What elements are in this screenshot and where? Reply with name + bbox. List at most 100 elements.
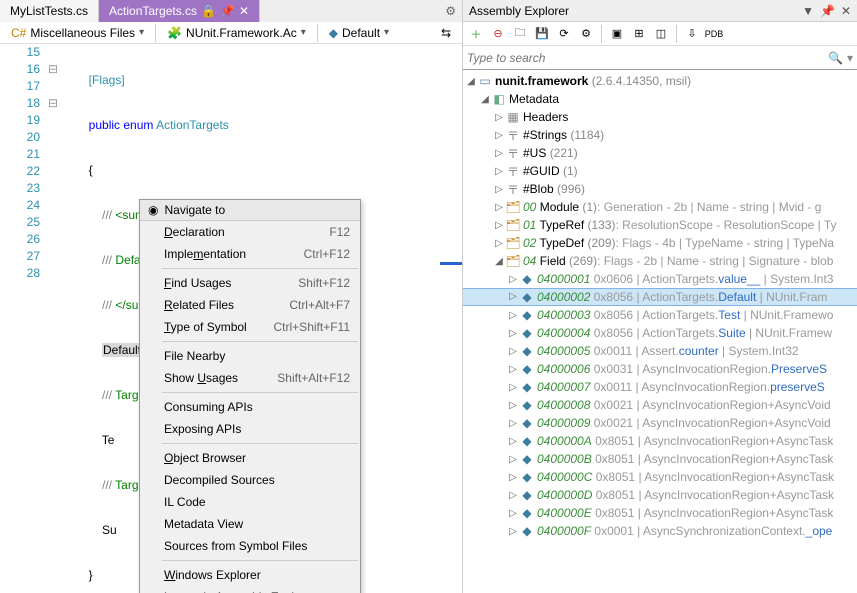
scope-label: Miscellaneous Files — [30, 26, 135, 40]
tree-node[interactable]: ▷◆0400000C 0x8051 | AsyncInvocationRegio… — [463, 468, 857, 486]
gear-icon[interactable]: ⚙ — [577, 25, 595, 43]
menu-item-type-of-symbol[interactable]: Type of SymbolCtrl+Shift+F11 — [140, 316, 360, 338]
search-box[interactable]: 🔍 ▾ — [463, 46, 857, 70]
menu-title: Navigate to — [164, 203, 225, 217]
panel-title: Assembly Explorer — [469, 4, 802, 18]
tree-node[interactable]: ▷◆04000004 0x8056 | ActionTargets.Suite … — [463, 324, 857, 342]
pin-icon[interactable]: 📌 — [820, 4, 835, 18]
type-dropdown[interactable]: 🧩 NUnit.Framework.Ac ▾ — [160, 24, 313, 42]
tree-node[interactable]: ▷◆0400000F 0x0001 | AsyncSynchronization… — [463, 522, 857, 540]
menu-item-consuming-apis[interactable]: Consuming APIs — [140, 396, 360, 418]
fold-gutter: ⊟⊟ — [48, 44, 62, 593]
type-label: NUnit.Framework.Ac — [186, 26, 297, 40]
pdb-icon[interactable]: PDB — [705, 25, 723, 43]
menu-item-show-usages[interactable]: Show UsagesShift+Alt+F12 — [140, 367, 360, 389]
tab-mylisttests[interactable]: MyListTests.cs — [0, 0, 99, 22]
menu-item-implementation[interactable]: ImplementationCtrl+F12 — [140, 243, 360, 265]
menu-item-exposing-apis[interactable]: Exposing APIs — [140, 418, 360, 440]
tree-node[interactable]: ▷◆0400000E 0x8051 | AsyncInvocationRegio… — [463, 504, 857, 522]
search-dd-icon[interactable]: ▾ — [847, 51, 853, 65]
tab-bar: MyListTests.cs ActionTargets.cs 🔒 📌 ✕ ⚙ — [0, 0, 462, 22]
tree[interactable]: ◢▭nunit.framework (2.6.4.14350, msil)◢◧M… — [463, 70, 857, 593]
tree-node[interactable]: ▷🗂00 Module (1): Generation - 2b | Name … — [463, 198, 857, 216]
tree-node[interactable]: ▷〒#Strings (1184) — [463, 126, 857, 144]
refresh-icon[interactable]: ⟳ — [555, 25, 573, 43]
tree-node[interactable]: ▷🗂02 TypeDef (209): Flags - 4b | TypeNam… — [463, 234, 857, 252]
member-label: Default — [342, 26, 380, 40]
tree-node[interactable]: ▷◆04000009 0x0021 | AsyncInvocationRegio… — [463, 414, 857, 432]
line-numbers: 1516171819202122232425262728 — [0, 44, 48, 593]
close-icon[interactable]: ✕ — [239, 4, 249, 18]
tree-node[interactable]: ▷◆04000001 0x0606 | ActionTargets.value_… — [463, 270, 857, 288]
code-editor[interactable]: 1516171819202122232425262728 ⊟⊟ [Flags] … — [0, 44, 462, 593]
clear-icon[interactable]: 🗀 — [511, 25, 529, 43]
tab-label: MyListTests.cs — [10, 4, 88, 18]
tree-node[interactable]: ◢▭nunit.framework (2.6.4.14350, msil) — [463, 72, 857, 90]
tree-node[interactable]: ▷◆04000002 0x8056 | ActionTargets.Defaul… — [463, 288, 857, 306]
save-icon[interactable]: 💾 — [533, 25, 551, 43]
prop-icon[interactable]: ◫ — [652, 25, 670, 43]
tree-node[interactable]: ▷◆04000005 0x0011 | Assert.counter | Sys… — [463, 342, 857, 360]
remove-icon[interactable]: ⊖ — [489, 25, 507, 43]
attr: [Flags] — [89, 73, 125, 87]
menu-item-il-code[interactable]: IL Code — [140, 491, 360, 513]
divider — [601, 25, 602, 43]
selected-token: Default — [102, 343, 142, 357]
assembly-explorer-pane: Assembly Explorer ▼ 📌 ✕ ＋ ⊖ 🗀 💾 ⟳ ⚙ ▣ ⊞ … — [463, 0, 857, 593]
window-dropdown-icon[interactable]: ▼ — [802, 4, 814, 18]
tree-node[interactable]: ◢◧Metadata — [463, 90, 857, 108]
menu-header: ◉ Navigate to — [140, 200, 360, 221]
divider — [317, 24, 318, 42]
navigate-menu: ◉ Navigate to DeclarationF12Implementati… — [139, 199, 361, 593]
gear-icon[interactable]: ⚙ — [439, 0, 462, 22]
tree-node[interactable]: ▷◆04000006 0x0031 | AsyncInvocationRegio… — [463, 360, 857, 378]
tree-node[interactable]: ◢🗂04 Field (269): Flags - 2b | Name - st… — [463, 252, 857, 270]
tree-node[interactable]: ▷▦Headers — [463, 108, 857, 126]
menu-item-decompiled-sources[interactable]: Decompiled Sources — [140, 469, 360, 491]
menu-item-file-nearby[interactable]: File Nearby — [140, 345, 360, 367]
explorer-toolbar: ＋ ⊖ 🗀 💾 ⟳ ⚙ ▣ ⊞ ◫ ⇩ PDB — [463, 22, 857, 46]
menu-item-windows-explorer[interactable]: Windows Explorer — [140, 564, 360, 586]
pin-icon[interactable]: 📌 — [220, 4, 235, 18]
lock-icon: 🔒 — [201, 4, 216, 18]
tree-node[interactable]: ▷〒#US (221) — [463, 144, 857, 162]
tree-node[interactable]: ▷〒#Blob (996) — [463, 180, 857, 198]
search-icon[interactable]: 🔍 — [828, 51, 843, 65]
tree-node[interactable]: ▷◆04000007 0x0011 | AsyncInvocationRegio… — [463, 378, 857, 396]
tree-node[interactable]: ▷◆04000003 0x8056 | ActionTargets.Test |… — [463, 306, 857, 324]
menu-item-metadata-view[interactable]: Metadata View — [140, 513, 360, 535]
menu-item-find-usages[interactable]: Find UsagesShift+F12 — [140, 272, 360, 294]
tree-node[interactable]: ▷〒#GUID (1) — [463, 162, 857, 180]
scope-dropdown[interactable]: C# Miscellaneous Files ▾ — [4, 24, 151, 42]
nav-bar: C# Miscellaneous Files ▾ 🧩 NUnit.Framewo… — [0, 22, 462, 44]
menu-separator — [162, 268, 358, 269]
tree-node[interactable]: ▷◆04000008 0x0021 | AsyncInvocationRegio… — [463, 396, 857, 414]
tree-node[interactable]: ▷◆0400000D 0x8051 | AsyncInvocationRegio… — [463, 486, 857, 504]
tab-label: ActionTargets.cs — [109, 4, 197, 18]
menu-item-sources-from-symbol-files[interactable]: Sources from Symbol Files — [140, 535, 360, 557]
editor-pane: MyListTests.cs ActionTargets.cs 🔒 📌 ✕ ⚙ … — [0, 0, 463, 593]
menu-separator — [162, 392, 358, 393]
tab-actiontargets[interactable]: ActionTargets.cs 🔒 📌 ✕ — [99, 0, 260, 22]
panel-header: Assembly Explorer ▼ 📌 ✕ — [463, 0, 857, 22]
locate-icon[interactable]: ⊞ — [630, 25, 648, 43]
collapse-icon[interactable]: ▣ — [608, 25, 626, 43]
divider — [676, 25, 677, 43]
tree-node[interactable]: ▷◆0400000A 0x8051 | AsyncInvocationRegio… — [463, 432, 857, 450]
menu-item-locate-in-assembly-explorer[interactable]: Locate in Assembly Explorer — [140, 586, 360, 593]
tree-node[interactable]: ▷◆0400000B 0x8051 | AsyncInvocationRegio… — [463, 450, 857, 468]
member-dropdown[interactable]: ◆ Default ▾ — [322, 24, 396, 42]
tree-node[interactable]: ▷🗂01 TypeRef (133): ResolutionScope - Re… — [463, 216, 857, 234]
compass-icon: ◉ — [148, 203, 158, 217]
search-input[interactable] — [467, 51, 828, 65]
menu-item-declaration[interactable]: DeclarationF12 — [140, 221, 360, 243]
marker-bar — [440, 262, 462, 265]
close-icon[interactable]: ✕ — [841, 4, 851, 18]
split-icon[interactable]: ⇆ — [434, 24, 458, 42]
add-icon[interactable]: ＋ — [467, 25, 485, 43]
menu-separator — [162, 443, 358, 444]
export-icon[interactable]: ⇩ — [683, 25, 701, 43]
menu-item-object-browser[interactable]: Object Browser — [140, 447, 360, 469]
menu-item-related-files[interactable]: Related FilesCtrl+Alt+F7 — [140, 294, 360, 316]
menu-separator — [162, 560, 358, 561]
